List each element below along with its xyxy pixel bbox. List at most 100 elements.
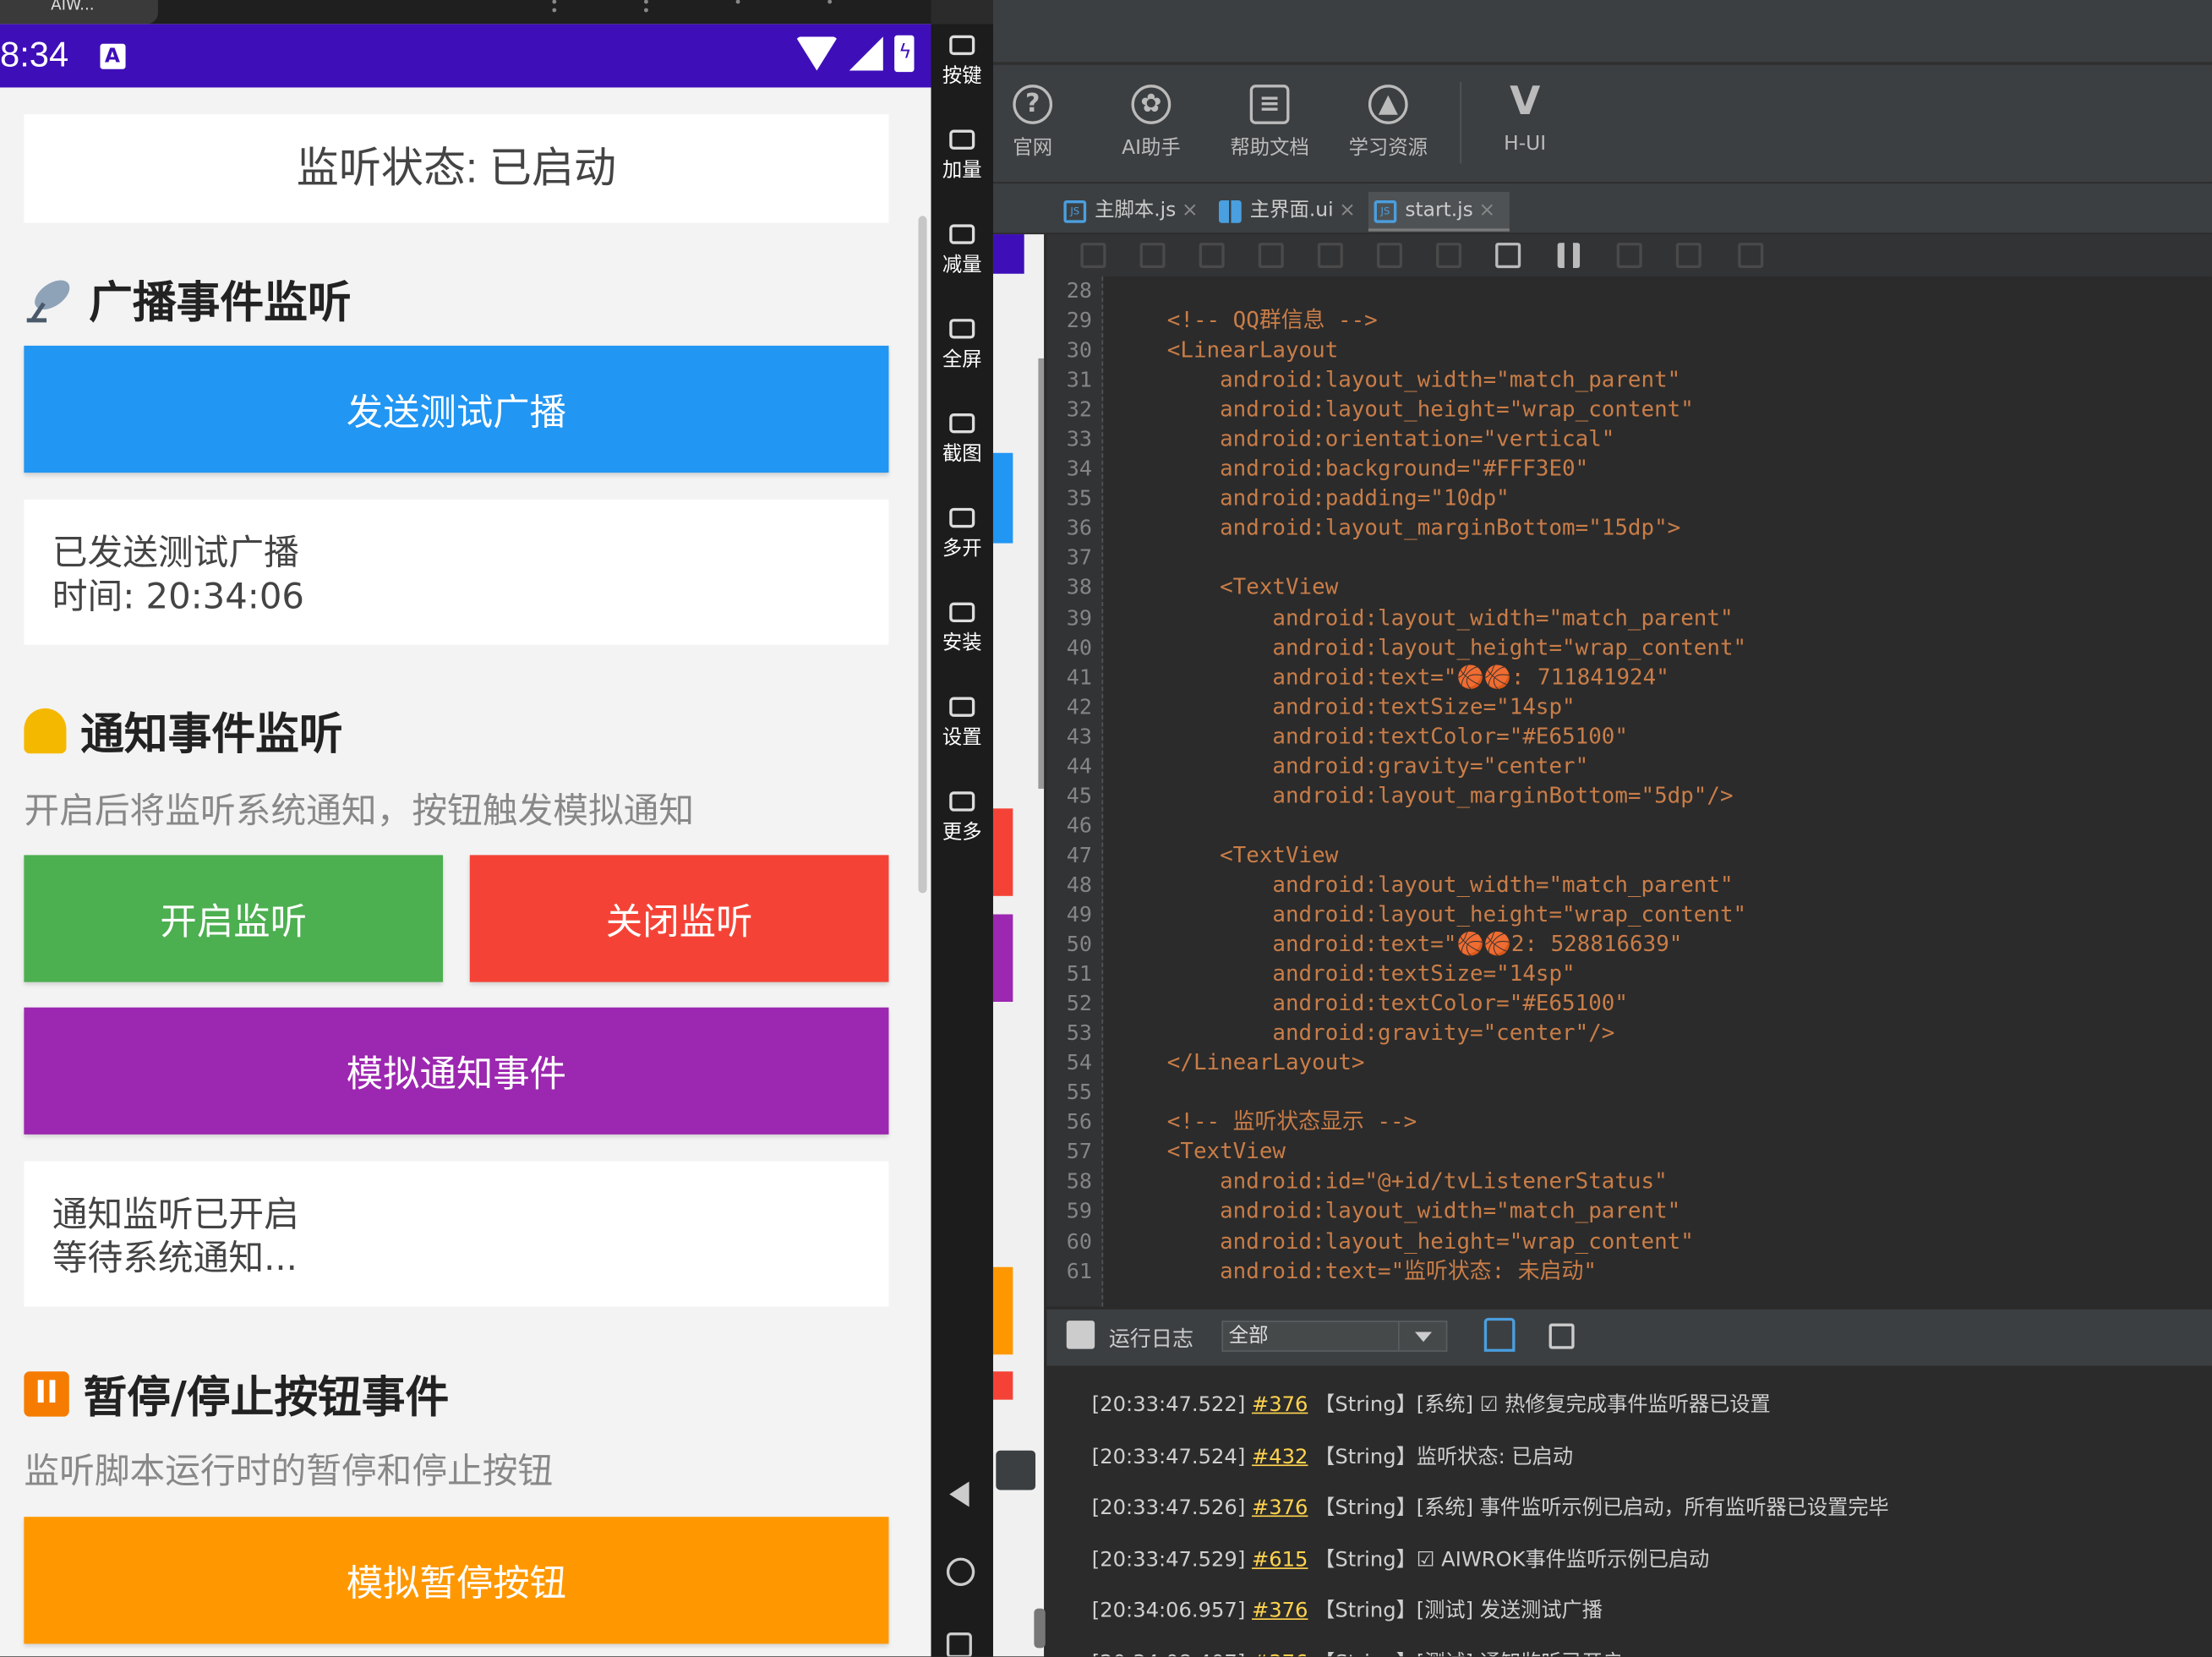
sidebar-item-install[interactable]: 安装 xyxy=(931,602,993,656)
line-number: 45 xyxy=(1066,782,1092,808)
tool-label: AI助手 xyxy=(1122,136,1181,160)
broadcast-title-text: 广播事件监听 xyxy=(89,277,352,329)
tool-learning[interactable]: ▲ 学习资源 xyxy=(1332,85,1445,161)
line-number: 47 xyxy=(1066,842,1092,868)
line-number: 40 xyxy=(1066,634,1092,660)
log-source-link[interactable]: #376 xyxy=(1252,1394,1308,1417)
notify-result-card: 通知监听已开启 等待系统通知... xyxy=(24,1161,889,1307)
log-source-link[interactable]: #615 xyxy=(1252,1549,1308,1572)
tab-start-js[interactable]: JS start.js × xyxy=(1368,191,1510,232)
editor-tabs: JS 主脚本.js × 主界面.ui × JS start.js × xyxy=(992,183,2212,235)
delete-icon[interactable] xyxy=(1738,243,1764,269)
code-line: android:text="🏀🏀2: 528816639" xyxy=(1114,931,1683,957)
send-test-broadcast-button[interactable]: 发送测试广播 xyxy=(24,345,889,473)
sidebar-item-keys[interactable]: 按键 xyxy=(931,35,993,89)
sidebar-item-label: 加量 xyxy=(942,159,982,183)
line-number: 30 xyxy=(1066,337,1092,364)
clear-icon[interactable] xyxy=(1616,243,1642,269)
log-source-link[interactable]: #432 xyxy=(1252,1446,1308,1468)
uncomment-icon[interactable] xyxy=(1258,243,1284,269)
code-editor[interactable]: <!-- QQ群信息 --> <LinearLayout android:lay… xyxy=(1114,276,2212,1307)
add-icon[interactable] xyxy=(1080,243,1106,269)
line-number: 54 xyxy=(1066,1050,1092,1076)
tab-label: 主脚本.js xyxy=(1095,199,1177,222)
print-icon[interactable] xyxy=(1139,243,1166,269)
log-source-link[interactable]: #376 xyxy=(1252,1600,1308,1623)
android-status-bar: 8:34 A xyxy=(0,24,931,88)
back-nav-icon[interactable] xyxy=(949,1481,969,1507)
tool-help-docs[interactable]: ≡ 帮助文档 xyxy=(1213,85,1326,161)
sidebar-item-settings[interactable]: 设置 xyxy=(931,697,993,750)
log-filter-select[interactable]: 全部 xyxy=(1221,1321,1448,1352)
broom-clear-icon[interactable] xyxy=(1483,1317,1516,1352)
log-time: [20:33:47.529] xyxy=(1091,1548,1252,1572)
recents-nav-icon[interactable] xyxy=(946,1632,972,1657)
pause-icon[interactable] xyxy=(1557,243,1581,269)
log-scrollbar[interactable] xyxy=(1034,1608,1046,1649)
outdent-icon[interactable] xyxy=(1376,243,1402,269)
popout-icon[interactable] xyxy=(996,1450,1036,1490)
line-number: 28 xyxy=(1066,277,1092,304)
simulate-pause-button[interactable]: 模拟暂停按钮 xyxy=(24,1517,889,1644)
code-line: android:textSize="14sp" xyxy=(1114,693,1576,719)
log-list-icon xyxy=(1066,1321,1095,1349)
tool-label: 帮助文档 xyxy=(1230,136,1309,160)
js-file-icon: JS xyxy=(1063,200,1087,223)
log-entry: [20:33:47.526] #376 【String】[系统] 事件监听示例已… xyxy=(1092,1491,1889,1521)
notify-section-title: 通知事件监听 xyxy=(24,698,343,762)
line-number: 61 xyxy=(1066,1257,1092,1284)
log-entry: [20:33:47.522] #376 【String】[系统] ☑ 热修复完成… xyxy=(1092,1388,1771,1418)
popout-icon[interactable] xyxy=(1548,1323,1575,1349)
line-number: 52 xyxy=(1066,990,1092,1016)
log-panel-body: [20:33:47.522] #376 【String】[系统] ☑ 热修复完成… xyxy=(1046,1365,2212,1657)
sidebar-item-volume-down[interactable]: 减量 xyxy=(931,224,993,277)
host-window-controls: • • • • • • xyxy=(549,0,874,20)
tab-main-script[interactable]: JS 主脚本.js × xyxy=(1058,192,1210,232)
format-icon[interactable] xyxy=(1436,243,1462,269)
comment-icon[interactable] xyxy=(1199,243,1225,269)
code-line: android:text="🏀🏀: 711841924" xyxy=(1114,664,1669,690)
close-icon[interactable]: × xyxy=(1182,199,1199,221)
host-tab[interactable]: AIW... xyxy=(0,0,158,25)
gutter-divider xyxy=(1101,276,1104,1307)
variable-icon[interactable] xyxy=(1675,243,1701,269)
line-number: 57 xyxy=(1066,1139,1092,1165)
sidebar-item-label: 多开 xyxy=(942,537,982,561)
start-listen-button[interactable]: 开启监听 xyxy=(24,855,444,982)
sidebar-item-more[interactable]: 更多 xyxy=(931,791,993,845)
tool-h-ui[interactable]: V H-UI xyxy=(1468,81,1581,156)
close-icon[interactable]: × xyxy=(1339,199,1356,221)
log-source-link[interactable]: #376 xyxy=(1252,1652,1308,1657)
log-source-link[interactable]: #376 xyxy=(1252,1497,1308,1520)
tab-main-ui[interactable]: 主界面.ui × xyxy=(1213,192,1365,232)
apk-icon xyxy=(949,602,975,623)
sidebar-item-screenshot[interactable]: 截图 xyxy=(931,413,993,467)
sidebar-item-fullscreen[interactable]: 全屏 xyxy=(931,319,993,372)
home-nav-icon[interactable] xyxy=(946,1557,975,1586)
line-number: 59 xyxy=(1066,1198,1092,1224)
multi-instance-icon xyxy=(949,507,975,528)
ui-file-icon xyxy=(1219,200,1242,223)
host-tab-label: AIW... xyxy=(51,0,95,14)
scissors-icon xyxy=(949,413,975,434)
broadcast-result-line: 已发送测试广播 xyxy=(52,532,299,573)
code-line: <!-- QQ群信息 --> xyxy=(1114,307,1378,333)
indent-icon[interactable] xyxy=(1317,243,1343,269)
simulate-notify-button[interactable]: 模拟通知事件 xyxy=(24,1007,889,1135)
keyboard-icon xyxy=(949,35,975,56)
stop-listen-button[interactable]: 关闭监听 xyxy=(469,855,889,982)
phone-scrollbar[interactable] xyxy=(918,216,927,894)
tool-official-site[interactable]: ? 官网 xyxy=(976,85,1090,161)
fullscreen-icon xyxy=(949,319,975,339)
notify-result-waiting: 等待系统通知... xyxy=(52,1237,298,1279)
tool-ai-assistant[interactable]: ✿ AI助手 xyxy=(1095,85,1208,161)
satellite-dish-icon xyxy=(26,279,70,322)
stop-icon[interactable] xyxy=(1495,243,1521,269)
sidebar-item-multi[interactable]: 多开 xyxy=(931,507,993,561)
close-icon[interactable]: × xyxy=(1479,199,1496,221)
line-number: 55 xyxy=(1066,1080,1092,1106)
code-line: android:background="#FFF3E0" xyxy=(1114,456,1589,482)
toolbar-divider xyxy=(1460,81,1462,164)
